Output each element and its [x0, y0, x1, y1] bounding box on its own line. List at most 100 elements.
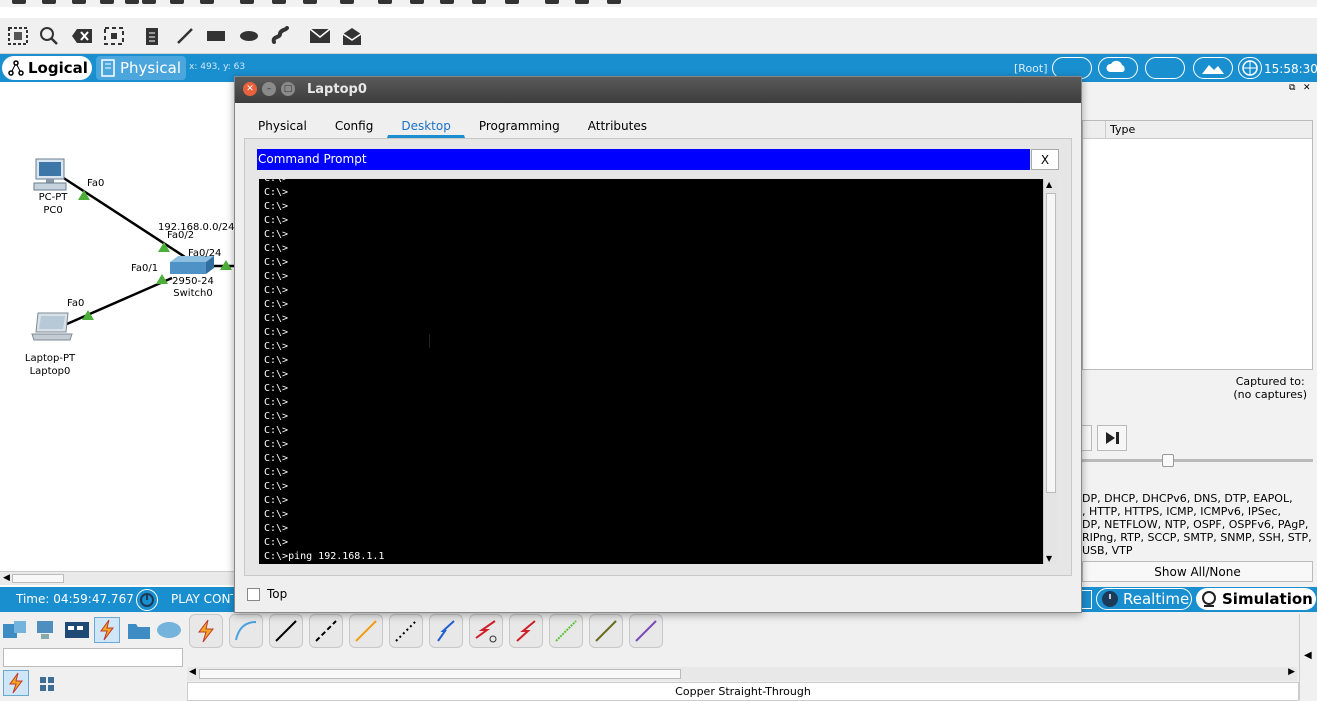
event-list[interactable]: Type: [1082, 120, 1313, 370]
play-speed-thumb[interactable]: [1162, 454, 1174, 467]
physical-icon: [101, 59, 115, 77]
network-devices-icon[interactable]: [2, 617, 28, 643]
dialog-title-bar[interactable]: ✕ – □ Laptop0: [235, 77, 1081, 103]
dialog-tabs: Physical Config Desktop Programming Attr…: [244, 114, 661, 138]
copper-straight-through-icon[interactable]: [269, 614, 303, 648]
set-tiled-background-icon[interactable]: [1193, 57, 1233, 79]
type-column-header[interactable]: Type: [1105, 121, 1139, 139]
clock: 15:58:30: [1264, 62, 1317, 76]
device-search-input[interactable]: [3, 648, 183, 667]
multiuser-icon[interactable]: [156, 617, 182, 643]
root-label: [Root]: [1014, 62, 1048, 75]
terminal-scroll-thumb[interactable]: [1046, 193, 1056, 493]
pc0-name: PC0: [43, 205, 63, 216]
terminal-line: C:\>: [264, 187, 289, 198]
fiber-cable-icon[interactable]: [349, 614, 383, 648]
draw-rectangle-icon[interactable]: [204, 24, 228, 48]
automatic-connection-icon[interactable]: [189, 614, 223, 648]
coaxial-cable-icon[interactable]: [429, 614, 463, 648]
grid-view-icon[interactable]: [36, 673, 58, 695]
connections-subtype-icon[interactable]: [3, 670, 29, 696]
always-on-top-toggle[interactable]: Top: [247, 587, 287, 601]
scroll-left-icon[interactable]: ◀: [3, 573, 10, 583]
terminal-scrollbar[interactable]: ▲ ▼: [1043, 179, 1057, 564]
laptop-icon[interactable]: [30, 312, 74, 342]
tab-attributes[interactable]: Attributes: [574, 114, 661, 138]
add-simple-pdu-icon[interactable]: [308, 24, 332, 48]
close-icon[interactable]: ✕: [243, 82, 257, 96]
terminal-line: C:\>: [264, 299, 289, 310]
tab-config[interactable]: Config: [321, 114, 388, 138]
play-speed-slider[interactable]: [1082, 459, 1313, 462]
end-devices-icon[interactable]: [34, 617, 60, 643]
panel-restore-icon[interactable]: ⧉: [1289, 83, 1295, 93]
terminal-line: C:\>: [264, 383, 289, 394]
scroll-up-icon[interactable]: ▲: [1046, 180, 1052, 189]
copper-cross-over-icon[interactable]: [309, 614, 343, 648]
terminal-line: C:\>: [264, 495, 289, 506]
scroll-down-icon[interactable]: ▼: [1046, 554, 1052, 563]
protocol-filter-line: RIPng, RTP, SCCP, SMTP, SNMP, SSH, STP,: [1082, 531, 1312, 544]
tab-desktop[interactable]: Desktop: [387, 114, 465, 138]
switch-fa02-label: Fa0/2: [167, 230, 195, 241]
panel-close-icon[interactable]: ✕: [1303, 83, 1311, 93]
octal-cable-icon[interactable]: [549, 614, 583, 648]
fast-forward-button[interactable]: [1082, 590, 1092, 609]
freeform-icon[interactable]: [268, 24, 292, 48]
laptop0-dialog: ✕ – □ Laptop0 Physical Config Desktop Pr…: [234, 76, 1082, 613]
terminal-line: C:\>: [264, 215, 289, 226]
tab-logical[interactable]: Logical: [2, 56, 92, 80]
add-cluster-icon[interactable]: [1098, 57, 1138, 79]
terminal-line: C:\>: [264, 411, 289, 422]
components-icon[interactable]: [64, 617, 90, 643]
terminal-line: C:\>: [264, 243, 289, 254]
resize-icon[interactable]: [102, 24, 126, 48]
note-icon[interactable]: [140, 24, 164, 48]
tab-programming[interactable]: Programming: [465, 114, 574, 138]
scroll-thumb[interactable]: [12, 574, 64, 583]
serial-dce-icon[interactable]: [469, 614, 503, 648]
delete-icon[interactable]: [70, 24, 94, 48]
power-cycle-icon[interactable]: [136, 589, 158, 611]
draw-line-icon[interactable]: [173, 24, 197, 48]
top-checkbox[interactable]: [247, 587, 260, 601]
iot-custom-cable-icon[interactable]: [589, 614, 623, 648]
connections-icon[interactable]: [94, 617, 120, 643]
console-cable-icon[interactable]: [229, 614, 263, 648]
protocol-filter-line: DP, NETFLOW, NTP, OSPF, OSPFv6, PAgP,: [1082, 518, 1309, 531]
terminal-line: C:\>: [264, 425, 289, 436]
step-forward-button[interactable]: [1097, 425, 1127, 451]
inspect-icon[interactable]: [37, 24, 61, 48]
miscellaneous-icon[interactable]: [126, 617, 152, 643]
terminal-line: C:\>: [264, 523, 289, 534]
select-icon[interactable]: [6, 24, 30, 48]
add-complex-pdu-icon[interactable]: [340, 24, 364, 48]
cable-list-scrollbar[interactable]: ◀ ▶: [187, 667, 1297, 681]
tab-physical[interactable]: Physical: [96, 56, 186, 80]
tab-physical-device[interactable]: Physical: [244, 114, 321, 138]
command-prompt-terminal[interactable]: C:\> C:\> C:\> C:\> C:\> C:\> C:\> C:\> C:\> C:\>…: [259, 179, 1043, 564]
logical-workspace[interactable]: PC-PT PC0 2950-24 Switch0 Laptop-PT Lapt…: [0, 82, 234, 587]
phone-cable-icon[interactable]: [389, 614, 423, 648]
draw-ellipse-icon[interactable]: [237, 24, 261, 48]
command-prompt-close-button[interactable]: X: [1031, 149, 1059, 170]
switch0-name: Switch0: [173, 288, 213, 299]
pc-icon[interactable]: [32, 158, 72, 192]
workspace-horizontal-scrollbar[interactable]: ◀: [0, 571, 234, 585]
realtime-mode-button[interactable]: Realtime: [1096, 588, 1192, 610]
scroll-thumb[interactable]: [199, 669, 681, 679]
move-object-icon[interactable]: [1145, 57, 1185, 79]
collapse-panel-button[interactable]: ◀: [1299, 614, 1317, 700]
minimize-icon[interactable]: –: [262, 82, 276, 96]
viewport-icon[interactable]: [1238, 57, 1262, 79]
pc0-model: PC-PT: [38, 192, 68, 203]
maximize-icon[interactable]: □: [281, 82, 295, 96]
terminal-output: C:\> C:\> C:\> C:\> C:\> C:\> C:\> C:\> C:\> C:\>…: [264, 179, 384, 564]
show-all-none-button[interactable]: Show All/None: [1082, 561, 1313, 582]
simulation-mode-button[interactable]: Simulation: [1196, 588, 1316, 610]
step-back-button[interactable]: [1082, 425, 1092, 451]
scroll-left-icon[interactable]: ◀: [189, 667, 196, 677]
scroll-right-icon[interactable]: ▶: [1288, 667, 1295, 677]
usb-cable-icon[interactable]: [629, 614, 663, 648]
serial-dte-icon[interactable]: [509, 614, 543, 648]
